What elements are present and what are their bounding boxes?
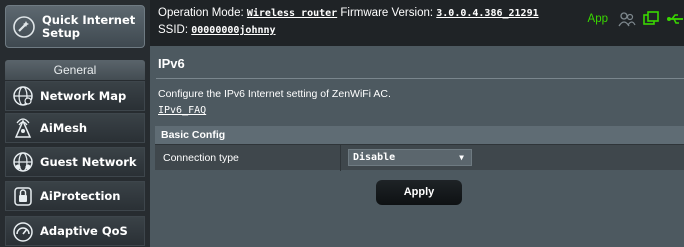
operation-mode-link[interactable]: Wireless router (247, 8, 337, 19)
header-status-icons: App (588, 10, 684, 28)
ipv6-faq-link[interactable]: IPv6_FAQ (158, 105, 206, 116)
operation-mode-label: Operation Mode: (158, 7, 244, 19)
basic-config-header: Basic Config (155, 126, 684, 144)
app-link[interactable]: App (588, 13, 608, 25)
sidebar-item-label: Network Map (40, 89, 127, 103)
aimesh-icon (12, 117, 34, 139)
sidebar-item-guest-network[interactable]: Guest Network (5, 147, 145, 177)
network-status-icon[interactable] (642, 10, 660, 28)
connection-type-row: Connection type Disable ▼ (155, 144, 684, 171)
guest-network-icon (12, 151, 34, 173)
lock-icon (12, 185, 34, 207)
apply-button[interactable]: Apply (376, 180, 462, 205)
title-divider (156, 78, 684, 79)
quick-internet-setup-label: Quick Internet Setup (42, 12, 136, 40)
sidebar-item-label: AiMesh (40, 121, 88, 135)
sidebar-item-aiprotection[interactable]: AiProtection (5, 181, 145, 211)
sidebar-item-aimesh[interactable]: AiMesh (5, 113, 145, 143)
ssid-label: SSID: (158, 24, 189, 36)
sidebar-item-adaptive-qos[interactable]: Adaptive QoS (5, 216, 145, 246)
connection-type-value: Disable (353, 152, 396, 163)
users-icon[interactable] (618, 10, 636, 28)
firmware-version-link[interactable]: 3.0.0.4.386_21291 (436, 8, 538, 19)
firmware-version-label: Firmware Version: (340, 7, 434, 19)
row-divider (340, 145, 341, 171)
chevron-down-icon: ▼ (459, 153, 464, 162)
quick-internet-setup-button[interactable]: Quick Internet Setup (5, 5, 145, 48)
operation-mode-line: Operation Mode: Wireless router Firmware… (158, 7, 539, 19)
general-section-header: General (5, 60, 145, 80)
sidebar-item-label: AiProtection (40, 189, 121, 203)
ssid-link[interactable]: 00000000johnny (191, 25, 275, 36)
ipv6-settings-panel: IPv6 Configure the IPv6 Internet setting… (150, 46, 684, 247)
usb-icon[interactable] (666, 10, 684, 28)
sidebar-item-label: Guest Network (40, 155, 137, 169)
qos-gauge-icon (12, 220, 34, 242)
connection-type-label: Connection type (163, 152, 239, 164)
top-status-bar: Operation Mode: Wireless router Firmware… (150, 0, 684, 43)
sidebar-item-label: Adaptive QoS (40, 224, 128, 238)
sidebar: Quick Internet Setup General Network Map… (0, 0, 150, 247)
setup-wand-icon (12, 15, 36, 39)
sidebar-item-network-map[interactable]: Network Map (5, 81, 145, 111)
ssid-line: SSID: 00000000johnny (158, 24, 276, 36)
connection-type-select[interactable]: Disable ▼ (348, 149, 472, 166)
page-title: IPv6 (158, 56, 185, 71)
page-description: Configure the IPv6 Internet setting of Z… (158, 88, 391, 100)
network-map-icon (12, 85, 34, 107)
